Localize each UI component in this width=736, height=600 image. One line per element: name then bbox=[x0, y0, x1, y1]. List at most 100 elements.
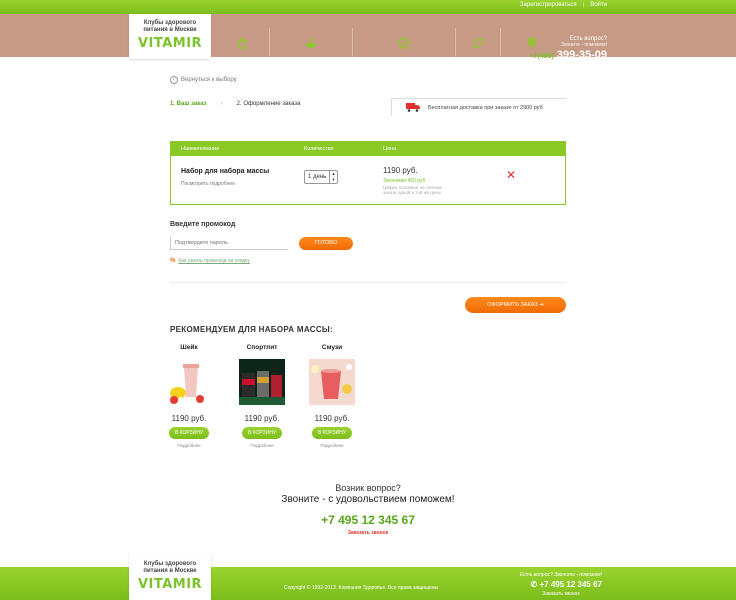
footer-phone[interactable]: ✆ +7 495 12 345 67 bbox=[520, 580, 602, 589]
header-contact: Есть вопрос? Звоните - поможем! +7(499) … bbox=[529, 36, 607, 61]
promo-title: Введите промокод bbox=[170, 221, 236, 228]
footer-phone-number: +7 495 12 345 67 bbox=[539, 580, 602, 589]
col-name: Наименование bbox=[181, 146, 220, 152]
contact-callback[interactable]: Звоните - поможем! bbox=[529, 42, 607, 48]
footer-contact: Есть вопрос? Звоните - поможем! ✆ +7 495… bbox=[520, 572, 602, 597]
add-to-cart-button[interactable]: В корзину bbox=[312, 427, 352, 439]
percent-icon: % bbox=[170, 258, 176, 264]
promo-apply-button[interactable]: Готово bbox=[299, 237, 353, 250]
login-link[interactable]: Войти bbox=[590, 2, 607, 8]
nav-item-choose-food[interactable]: Выбрать еду bbox=[215, 28, 269, 71]
smoothie-image[interactable] bbox=[309, 359, 355, 405]
product-card-sportpit: Спортпит 1190 руб. В корзину Подробнее bbox=[237, 344, 287, 448]
phone-number: 399-35-09 bbox=[556, 49, 607, 61]
nav-item-delivery[interactable]: Доставка bbox=[454, 28, 500, 71]
cart-item-saving: Экономия 450 руб bbox=[383, 178, 426, 184]
checkout-button[interactable]: Оформить заказ ➜ bbox=[465, 297, 566, 313]
back-link[interactable]: ‹ Вернуться к выбору bbox=[170, 76, 237, 84]
logo[interactable]: Клубы здорового питания в Москве VITAMIR bbox=[129, 14, 211, 59]
bowl-icon bbox=[305, 37, 316, 48]
leaf-icon bbox=[473, 38, 484, 48]
product-price: 1190 руб. bbox=[244, 414, 280, 423]
spinner-arrows-icon[interactable]: ▲ ▼ bbox=[329, 171, 337, 183]
add-to-cart-button[interactable]: В корзину bbox=[242, 427, 282, 439]
product-more-link[interactable]: Подробнее bbox=[237, 443, 287, 448]
question-phone[interactable]: +7 495 12 345 67 bbox=[250, 513, 486, 527]
divider bbox=[170, 282, 566, 283]
product-name: Шейк bbox=[180, 344, 198, 351]
nav-item-healthy-food[interactable]: 100% здоровая пища bbox=[268, 28, 352, 71]
question-block: Возник вопрос? Звоните - с удовольствием… bbox=[250, 483, 486, 536]
logo-brand-b: MIR bbox=[172, 577, 203, 592]
product-price: 1190 руб. bbox=[171, 414, 207, 423]
step-checkout[interactable]: 2. Оформление заказа bbox=[237, 101, 301, 107]
callback-link[interactable]: Заказать звонок bbox=[250, 530, 486, 536]
footer-question: Есть вопрос? Звоните - поможем! bbox=[519, 572, 602, 578]
phone-code: +7(499) bbox=[529, 53, 554, 60]
register-link[interactable]: Зарегистрироваться bbox=[520, 2, 577, 8]
logo-tagline-2: питания в Москве bbox=[143, 568, 197, 574]
promo-input[interactable] bbox=[170, 236, 288, 250]
logo-tagline-1: Клубы здорового bbox=[143, 20, 197, 26]
nav-item-label: Выбрать еду bbox=[221, 58, 263, 64]
logo-tagline-1: Клубы здорового bbox=[143, 561, 197, 567]
cart-header: Наименование Количество Цена bbox=[171, 142, 565, 156]
product-more-link[interactable]: Подробнее bbox=[164, 443, 214, 448]
cart-item-price: 1190 руб. bbox=[383, 166, 418, 175]
quantity-stepper[interactable]: 1 день ▲ ▼ bbox=[304, 170, 338, 184]
logo-brand: VITAMIR bbox=[129, 577, 211, 592]
col-qty: Количество bbox=[304, 146, 334, 152]
footer-callback-link[interactable]: Заказать звонок bbox=[520, 591, 602, 597]
product-name: Спортпит bbox=[246, 344, 278, 351]
chevron-right-icon: › bbox=[220, 101, 223, 107]
page: Зарегистрироваться | Войти Выбрать еду 1… bbox=[0, 0, 736, 600]
shake-image[interactable] bbox=[166, 359, 212, 405]
cart-row: Набор для набора массы Посмотреть подроб… bbox=[171, 156, 565, 204]
product-card-smoothie: Смузи 1190 руб. В корзину Подробнее bbox=[307, 344, 357, 448]
product-more-link[interactable]: Подробнее bbox=[307, 443, 357, 448]
delivery-text: Бесплатная доставка при заказе от 2900 р… bbox=[428, 104, 543, 111]
nav-item-label: 100% здоровая пища bbox=[275, 58, 346, 64]
logo-brand-a: VITA bbox=[137, 36, 173, 51]
remove-item-icon[interactable]: ✕ bbox=[506, 168, 516, 182]
cart-item-details-link[interactable]: Посмотреть подробнее bbox=[181, 181, 235, 187]
product-price: 1190 руб. bbox=[314, 414, 350, 423]
step-your-order[interactable]: 1. Ваш заказ bbox=[170, 101, 207, 107]
add-to-cart-button[interactable]: В корзину bbox=[169, 427, 209, 439]
delivery-banner: Бесплатная доставка при заказе от 2900 р… bbox=[391, 98, 566, 116]
nav-item-label: Доставка bbox=[461, 58, 494, 64]
back-link-label: Вернуться к выбору bbox=[181, 77, 237, 83]
phone-icon: ✆ bbox=[530, 580, 538, 589]
question-line-2: Звоните - с удовольствием поможем! bbox=[281, 494, 455, 505]
cart-table: Наименование Количество Цена Набор для н… bbox=[170, 141, 566, 205]
header: Выбрать еду 100% здоровая пища Составить… bbox=[0, 14, 736, 71]
promo-help-label: Как узнать промокод на скидку bbox=[178, 258, 250, 264]
promo-help-link[interactable]: % Как узнать промокод на скидку bbox=[170, 258, 250, 264]
truck-icon bbox=[406, 103, 420, 112]
logo-tagline-2: питания в Москве bbox=[143, 27, 197, 33]
arrow-left-icon: ‹ bbox=[170, 76, 178, 84]
footer-logo[interactable]: Клубы здорового питания в Москве VITAMIR bbox=[129, 553, 211, 600]
top-bar: Зарегистрироваться | Войти bbox=[0, 0, 736, 14]
product-card-shake: Шейк 1190 руб. В корзину Подробнее bbox=[164, 344, 214, 448]
supplements-image[interactable] bbox=[239, 359, 285, 405]
header-phone: +7(499) 399-35-09 bbox=[529, 49, 607, 61]
nav-item-label: Составить рекомендацию bbox=[358, 58, 449, 64]
product-name: Смузи bbox=[321, 344, 343, 351]
checkout-steps: 1. Ваш заказ › 2. Оформление заказа bbox=[170, 101, 300, 107]
copyright: Copyright © 1992-2013. Компания Здоровье… bbox=[284, 585, 439, 591]
recommend-title: Рекомендуем для набора массы: bbox=[170, 325, 333, 334]
logo-brand-b: MIR bbox=[172, 36, 203, 51]
footer: Copyright © 1992-2013. Компания Здоровье… bbox=[0, 567, 736, 600]
check-circle-icon bbox=[398, 37, 410, 49]
bag-icon bbox=[237, 37, 247, 49]
auth-separator: | bbox=[582, 2, 585, 8]
col-price: Цена bbox=[383, 146, 397, 152]
logo-brand: VITAMIR bbox=[129, 36, 211, 51]
main-nav: Выбрать еду 100% здоровая пища Составить… bbox=[215, 28, 563, 71]
nav-item-recommendation[interactable]: Составить рекомендацию bbox=[351, 28, 455, 71]
auth-links: Зарегистрироваться | Войти bbox=[520, 2, 607, 8]
question-line-1: Возник вопрос? bbox=[335, 483, 401, 493]
cart-item-name: Набор для набора массы bbox=[181, 168, 270, 175]
quantity-value: 1 день bbox=[308, 174, 327, 180]
